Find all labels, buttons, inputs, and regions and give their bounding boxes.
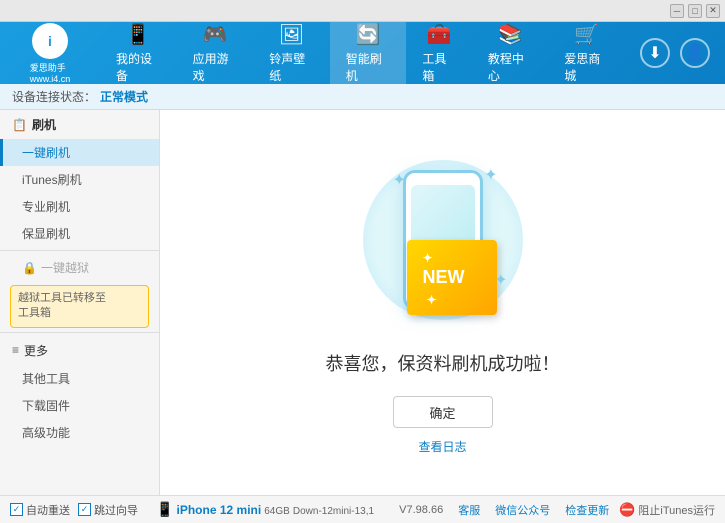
fan-store-icon: 🛒 [574, 22, 599, 47]
header: i 爱思助手 www.i4.cn 📱 我的设备 🎮 应用游戏 🖼 铃声壁纸 🔄 … [0, 22, 725, 84]
maximize-button[interactable]: □ [688, 4, 702, 18]
status-bar: 设备连接状态： 正常模式 [0, 84, 725, 110]
nav-items: 📱 我的设备 🎮 应用游戏 🖼 铃声壁纸 🔄 智能刷机 🧰 工具箱 📚 教程中心… [100, 22, 625, 84]
confirm-button[interactable]: 确定 [393, 396, 493, 428]
nav-ringtone-label: 铃声壁纸 [269, 50, 314, 84]
nav-apps-games[interactable]: 🎮 应用游戏 [177, 22, 254, 84]
more-label: 更多 [24, 342, 48, 359]
logo-area: i 爱思助手 www.i4.cn [0, 18, 100, 89]
smart-flash-icon: 🔄 [356, 22, 381, 47]
sidebar-divider-2 [0, 332, 159, 333]
sidebar: 📋 刷机 一键刷机 iTunes刷机 专业刷机 保显刷机 🔒 一键越狱 越狱工具… [0, 110, 160, 495]
skip-wizard-checkbox-box[interactable]: ✓ [78, 503, 91, 516]
close-button[interactable]: ✕ [706, 4, 720, 18]
nav-my-device[interactable]: 📱 我的设备 [100, 22, 177, 84]
bottom-left: ✓ 自动重送 ✓ 跳过向导 📱 iPhone 12 mini 64GB Down… [10, 501, 374, 518]
logo-icon: i [32, 23, 68, 59]
nav-smart-flash[interactable]: 🔄 智能刷机 [330, 22, 407, 84]
nav-fan-store-label: 爱思商城 [564, 50, 609, 84]
bottom-right: V7.98.66 客服 微信公众号 检查更新 [399, 502, 609, 518]
download-button[interactable]: ⬇ [640, 38, 670, 68]
nav-toolbox-label: 工具箱 [422, 50, 455, 84]
ringtone-icon: 🖼 [279, 22, 304, 47]
flash-section-icon: 📋 [12, 118, 27, 132]
status-value: 正常模式 [100, 88, 148, 105]
sparkle-2: ✦ [484, 165, 497, 185]
version-label: V7.98.66 [399, 504, 443, 516]
nav-apps-games-label: 应用游戏 [193, 50, 238, 84]
nav-toolbox[interactable]: 🧰 工具箱 [406, 22, 471, 84]
download-firmware-label: 下载固件 [22, 399, 70, 413]
apps-games-icon: 🎮 [202, 22, 227, 47]
sidebar-save-flash[interactable]: 保显刷机 [0, 220, 159, 247]
success-illustration: NEW ✦ ✦ ✦ [353, 150, 533, 330]
more-section-header: ≡ 更多 [0, 336, 159, 365]
device-info: 📱 iPhone 12 mini 64GB Down-12mini-13,1 [156, 501, 374, 518]
skip-wizard-checkbox[interactable]: ✓ 跳过向导 [78, 502, 138, 518]
status-label: 设备连接状态： [12, 88, 96, 105]
success-message: 恭喜您，保资料刷机成功啦！ [326, 350, 560, 376]
header-right: ⬇ 👤 [625, 38, 725, 68]
wechat-public-link[interactable]: 微信公众号 [495, 502, 550, 518]
device-name: iPhone 12 mini [177, 503, 262, 517]
pro-flash-label: 专业刷机 [22, 200, 70, 214]
new-badge: NEW [407, 240, 497, 315]
toolbox-icon: 🧰 [427, 22, 452, 47]
title-bar: ─ □ ✕ [0, 0, 725, 22]
bottom-bar: ✓ 自动重送 ✓ 跳过向导 📱 iPhone 12 mini 64GB Down… [0, 495, 725, 523]
more-icon: ≡ [12, 343, 19, 357]
my-device-icon: 📱 [126, 22, 151, 47]
nav-smart-flash-label: 智能刷机 [346, 50, 391, 84]
device-storage: 64GB [264, 506, 290, 517]
itunes-status-label: 阻止iTunes运行 [638, 502, 715, 518]
tutorial-icon: 📚 [498, 22, 523, 47]
sidebar-advanced-features[interactable]: 高级功能 [0, 419, 159, 446]
other-tools-label: 其他工具 [22, 372, 70, 386]
check-update-link[interactable]: 检查更新 [565, 502, 609, 518]
sidebar-download-firmware[interactable]: 下载固件 [0, 392, 159, 419]
flash-section-label: 刷机 [32, 116, 56, 133]
device-phone-icon: 📱 [156, 501, 173, 517]
lock-icon: 🔒 [22, 261, 37, 275]
sparkle-1: ✦ [393, 170, 406, 190]
flash-section-header: 📋 刷机 [0, 110, 159, 139]
device-firmware: Down-12mini-13,1 [293, 506, 374, 517]
jump-link[interactable]: 查看日志 [418, 438, 466, 455]
sidebar-pro-flash[interactable]: 专业刷机 [0, 193, 159, 220]
skip-wizard-label: 跳过向导 [94, 502, 138, 518]
nav-ringtone[interactable]: 🖼 铃声壁纸 [253, 22, 330, 84]
advanced-features-label: 高级功能 [22, 426, 70, 440]
auto-restart-checkbox-box[interactable]: ✓ [10, 503, 23, 516]
sidebar-one-key-flash[interactable]: 一键刷机 [0, 139, 159, 166]
sidebar-itunes-flash[interactable]: iTunes刷机 [0, 166, 159, 193]
window-controls[interactable]: ─ □ ✕ [670, 4, 720, 18]
minimize-button[interactable]: ─ [670, 4, 684, 18]
user-button[interactable]: 👤 [680, 38, 710, 68]
itunes-block-icon: ⛔ [619, 502, 635, 518]
sidebar-divider-1 [0, 250, 159, 251]
sidebar-note: 越狱工具已转移至工具箱 [10, 285, 149, 328]
one-key-flash-label: 一键刷机 [22, 146, 70, 160]
sidebar-jailbreak-disabled: 🔒 一键越狱 [0, 254, 159, 281]
jailbreak-label: 一键越狱 [41, 259, 89, 276]
itunes-flash-label: iTunes刷机 [22, 173, 82, 187]
sidebar-other-tools[interactable]: 其他工具 [0, 365, 159, 392]
nav-tutorial-label: 教程中心 [488, 50, 533, 84]
nav-fan-store[interactable]: 🛒 爱思商城 [548, 22, 625, 84]
save-flash-label: 保显刷机 [22, 227, 70, 241]
auto-restart-label: 自动重送 [26, 502, 70, 518]
auto-restart-checkbox[interactable]: ✓ 自动重送 [10, 502, 70, 518]
content-area: NEW ✦ ✦ ✦ 恭喜您，保资料刷机成功啦！ 确定 查看日志 [160, 110, 725, 495]
main-layout: 📋 刷机 一键刷机 iTunes刷机 专业刷机 保显刷机 🔒 一键越狱 越狱工具… [0, 110, 725, 495]
nav-my-device-label: 我的设备 [116, 50, 161, 84]
itunes-status: ⛔ 阻止iTunes运行 [619, 502, 715, 518]
logo-name: 爱思助手 www.i4.cn [30, 61, 71, 84]
sparkle-3: ✦ [494, 270, 507, 290]
customer-service-link[interactable]: 客服 [458, 502, 480, 518]
nav-tutorial[interactable]: 📚 教程中心 [472, 22, 549, 84]
